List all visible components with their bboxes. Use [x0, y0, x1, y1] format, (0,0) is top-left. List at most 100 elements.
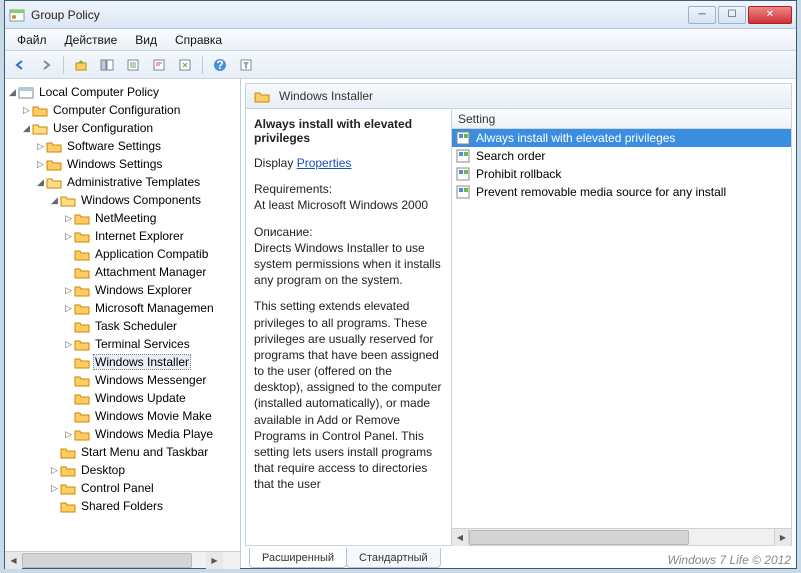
- setting-title: Always install with elevated privileges: [254, 117, 443, 145]
- settings-list: Setting Always install with elevated pri…: [452, 109, 791, 545]
- back-button[interactable]: [9, 54, 31, 76]
- forward-button[interactable]: [35, 54, 57, 76]
- window: Group Policy ─ ☐ ✕ Файл Действие Вид Спр…: [4, 0, 797, 569]
- folder-icon: [60, 482, 76, 495]
- setting-icon: [456, 148, 472, 164]
- tree-app-compat[interactable]: Application Compatib: [5, 245, 240, 263]
- scroll-thumb[interactable]: [22, 553, 192, 568]
- filter-button[interactable]: [235, 54, 257, 76]
- tree-win-messenger[interactable]: Windows Messenger: [5, 371, 240, 389]
- tree-terminal-svc[interactable]: ▷Terminal Services: [5, 335, 240, 353]
- folder-icon: [60, 464, 76, 477]
- tree-hscrollbar[interactable]: ◀ ▶: [5, 551, 240, 568]
- titlebar[interactable]: Group Policy ─ ☐ ✕: [5, 1, 796, 29]
- menu-action[interactable]: Действие: [57, 31, 126, 49]
- tree-pane: ◢Local Computer Policy ▷Computer Configu…: [5, 79, 241, 568]
- tree-task-sched[interactable]: Task Scheduler: [5, 317, 240, 335]
- scroll-right-icon[interactable]: ▶: [206, 552, 223, 569]
- folder-icon: [74, 230, 90, 243]
- tree[interactable]: ◢Local Computer Policy ▷Computer Configu…: [5, 79, 240, 551]
- tree-win-installer[interactable]: Windows Installer: [5, 353, 240, 371]
- tree-movie-maker[interactable]: Windows Movie Make: [5, 407, 240, 425]
- description-label: Описание:: [254, 225, 313, 239]
- close-button[interactable]: ✕: [748, 6, 792, 24]
- list-item[interactable]: Search order: [452, 147, 791, 165]
- setting-icon: [456, 166, 472, 182]
- toolbar: ?: [5, 51, 796, 79]
- tree-win-update[interactable]: Windows Update: [5, 389, 240, 407]
- list-hscrollbar[interactable]: ◀ ▶: [452, 528, 791, 545]
- folder-icon: [74, 428, 90, 441]
- svg-text:?: ?: [216, 58, 223, 72]
- folder-icon: [74, 302, 90, 315]
- properties-button[interactable]: [148, 54, 170, 76]
- tree-ie[interactable]: ▷Internet Explorer: [5, 227, 240, 245]
- tab-extended[interactable]: Расширенный: [249, 548, 347, 568]
- tree-attachment-mgr[interactable]: Attachment Manager: [5, 263, 240, 281]
- right-pane: Windows Installer Always install with el…: [241, 79, 796, 568]
- tree-shared-folders[interactable]: Shared Folders: [5, 497, 240, 515]
- setting-icon: [456, 130, 472, 146]
- scroll-left-icon[interactable]: ◀: [5, 552, 22, 569]
- folder-icon: [46, 158, 62, 171]
- scroll-thumb[interactable]: [469, 530, 689, 545]
- maximize-button[interactable]: ☐: [718, 6, 746, 24]
- folder-icon: [254, 90, 270, 103]
- tree-user-config[interactable]: ◢User Configuration: [5, 119, 240, 137]
- menu-help[interactable]: Справка: [167, 31, 230, 49]
- scroll-right-icon[interactable]: ▶: [774, 529, 791, 546]
- requirements-text: At least Microsoft Windows 2000: [254, 198, 428, 212]
- tab-standard[interactable]: Стандартный: [346, 548, 441, 568]
- tree-start-menu[interactable]: Start Menu and Taskbar: [5, 443, 240, 461]
- app-icon: [9, 7, 25, 23]
- menu-file[interactable]: Файл: [9, 31, 55, 49]
- help-button[interactable]: ?: [209, 54, 231, 76]
- folder-icon: [74, 266, 90, 279]
- folder-icon: [60, 500, 76, 513]
- tree-media-player[interactable]: ▷Windows Media Playe: [5, 425, 240, 443]
- scroll-left-icon[interactable]: ◀: [452, 529, 469, 546]
- view-tabs: Расширенный Стандартный: [245, 546, 792, 568]
- display-label: Display: [254, 156, 293, 170]
- policy-icon: [18, 86, 34, 99]
- refresh-button[interactable]: [174, 54, 196, 76]
- tree-root[interactable]: ◢Local Computer Policy: [5, 83, 240, 101]
- up-button[interactable]: [70, 54, 92, 76]
- description-pane: Always install with elevated privileges …: [246, 109, 452, 545]
- list-item[interactable]: Prohibit rollback: [452, 165, 791, 183]
- folder-icon: [74, 356, 90, 369]
- folder-open-icon: [32, 122, 48, 135]
- properties-link[interactable]: Properties: [297, 156, 352, 170]
- folder-icon: [46, 140, 62, 153]
- tree-windows-settings[interactable]: ▷Windows Settings: [5, 155, 240, 173]
- show-hide-tree-button[interactable]: [96, 54, 118, 76]
- tree-admin-templates[interactable]: ◢Administrative Templates: [5, 173, 240, 191]
- folder-icon: [32, 104, 48, 117]
- header-label: Windows Installer: [279, 89, 373, 103]
- tree-desktop[interactable]: ▷Desktop: [5, 461, 240, 479]
- tree-software-settings[interactable]: ▷Software Settings: [5, 137, 240, 155]
- folder-icon: [74, 212, 90, 225]
- folder-icon: [74, 320, 90, 333]
- window-title: Group Policy: [31, 8, 688, 22]
- folder-icon: [74, 392, 90, 405]
- folder-open-icon: [46, 176, 62, 189]
- tree-windows-components[interactable]: ◢Windows Components: [5, 191, 240, 209]
- minimize-button[interactable]: ─: [688, 6, 716, 24]
- folder-icon: [74, 248, 90, 261]
- tree-win-explorer[interactable]: ▷Windows Explorer: [5, 281, 240, 299]
- description-text-2: This setting extends elevated privileges…: [254, 298, 443, 492]
- tree-control-panel[interactable]: ▷Control Panel: [5, 479, 240, 497]
- folder-open-icon: [60, 194, 76, 207]
- list-item[interactable]: Always install with elevated privileges: [452, 129, 791, 147]
- folder-icon: [74, 410, 90, 423]
- column-header-setting[interactable]: Setting: [452, 109, 791, 129]
- list-item[interactable]: Prevent removable media source for any i…: [452, 183, 791, 201]
- tree-netmeeting[interactable]: ▷NetMeeting: [5, 209, 240, 227]
- folder-icon: [74, 338, 90, 351]
- resize-grip: [223, 552, 240, 569]
- tree-ms-mgmt[interactable]: ▷Microsoft Managemen: [5, 299, 240, 317]
- export-list-button[interactable]: [122, 54, 144, 76]
- tree-computer-config[interactable]: ▷Computer Configuration: [5, 101, 240, 119]
- menu-view[interactable]: Вид: [127, 31, 165, 49]
